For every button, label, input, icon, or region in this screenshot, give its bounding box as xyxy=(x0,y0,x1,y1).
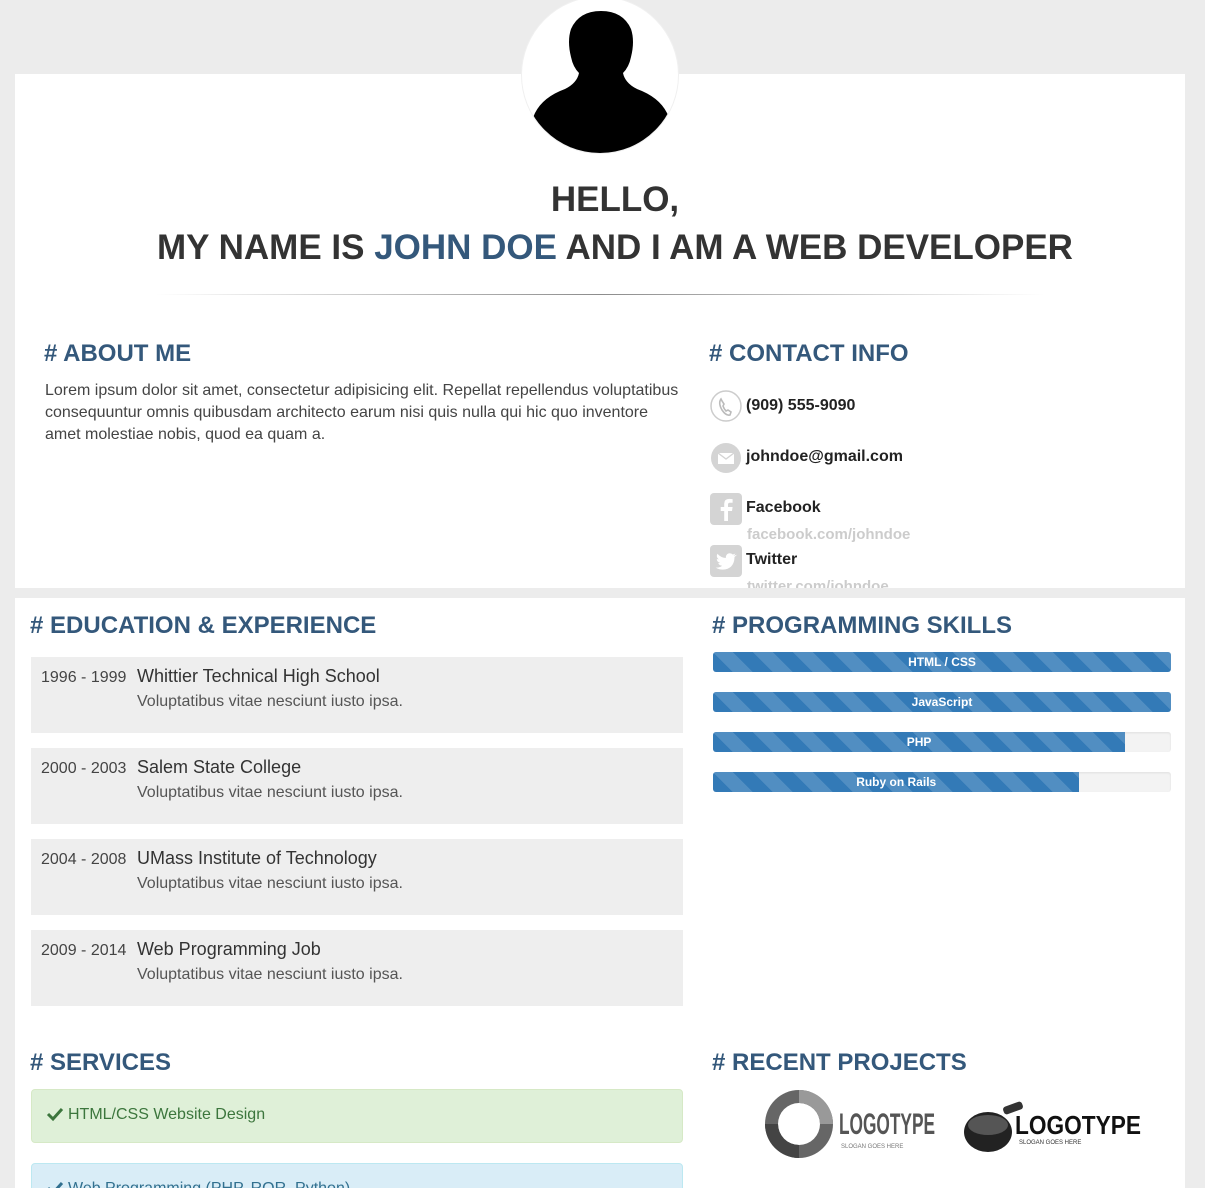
facebook-label: Facebook xyxy=(746,499,821,516)
skill-bar: JavaScript xyxy=(713,692,1171,712)
skills-title: # PROGRAMMING SKILLS xyxy=(712,612,1013,639)
skill-bar: Ruby on Rails xyxy=(713,772,1171,792)
projects-title: # RECENT PROJECTS xyxy=(712,1049,967,1076)
about-text: Lorem ipsum dolor sit amet, consectetur … xyxy=(45,382,679,443)
education-years: 2009 - 2014 xyxy=(41,942,127,959)
twitter-url[interactable]: twitter.com/johndoe xyxy=(747,578,889,588)
education-school: UMass Institute of Technology xyxy=(137,848,377,868)
facebook-url[interactable]: facebook.com/johndoe xyxy=(747,526,910,543)
education-title: # EDUCATION & EXPERIENCE xyxy=(30,612,377,639)
education-years: 2000 - 2003 xyxy=(41,760,127,777)
skill-label: Ruby on Rails xyxy=(856,775,937,789)
service-item: HTML/CSS Website Design xyxy=(31,1089,683,1143)
about-title: # ABOUT ME xyxy=(44,340,192,367)
education-school: Whittier Technical High School xyxy=(137,666,380,686)
education-item: 2004 - 2008 UMass Institute of Technolog… xyxy=(31,839,683,915)
phone-number: (909) 555-9090 xyxy=(746,397,856,414)
education-years: 1996 - 1999 xyxy=(41,669,127,686)
twitter-label: Twitter xyxy=(746,551,798,568)
education-desc: Voluptatibus vitae nesciunt iusto ipsa. xyxy=(137,966,403,983)
service-label: HTML/CSS Website Design xyxy=(68,1106,266,1123)
education-years: 2004 - 2008 xyxy=(41,851,127,868)
logo-pan-icon: LOGOTYPE SLOGAN GOES HERE xyxy=(964,1101,1141,1152)
education-school: Web Programming Job xyxy=(137,939,321,959)
phone-icon xyxy=(710,390,742,422)
page-bottom xyxy=(0,1188,1205,1200)
twitter-icon xyxy=(710,545,742,577)
logo-word: LOGOTYPE xyxy=(1015,1110,1141,1140)
facebook-icon xyxy=(710,493,742,525)
email-address: johndoe@gmail.com xyxy=(746,448,903,465)
services-title: # SERVICES xyxy=(30,1049,171,1076)
skill-bar: HTML / CSS xyxy=(713,652,1171,672)
skill-bar: PHP xyxy=(713,732,1171,752)
skill-label: HTML / CSS xyxy=(908,655,976,669)
project-logo[interactable]: LOGOTYPE SLOGAN GOES HERE xyxy=(963,1098,1143,1158)
details-card: # EDUCATION & EXPERIENCE 1996 - 1999 Whi… xyxy=(15,598,1185,1188)
education-desc: Voluptatibus vitae nesciunt iusto ipsa. xyxy=(137,875,403,892)
education-item: 2009 - 2014 Web Programming Job Voluptat… xyxy=(31,930,683,1006)
project-logo[interactable]: LOGOTYPE SLOGAN GOES HERE xyxy=(763,1088,939,1160)
name-suffix: AND I AM A WEB DEVELOPER xyxy=(565,228,1073,267)
logo-word: LOGOTYPE xyxy=(839,1108,935,1141)
education-item: 2000 - 2003 Salem State College Voluptat… xyxy=(31,748,683,824)
logo-ring-icon: LOGOTYPE SLOGAN GOES HERE xyxy=(765,1090,935,1158)
person-name: JOHN DOE xyxy=(374,228,557,267)
service-label: Web Programming (PHP, ROR, Python) xyxy=(68,1180,350,1188)
avatar xyxy=(521,0,679,154)
education-desc: Voluptatibus vitae nesciunt iusto ipsa. xyxy=(137,693,403,710)
skill-label: PHP xyxy=(906,735,932,749)
name-prefix: MY NAME IS xyxy=(157,228,365,267)
header-divider xyxy=(155,294,1045,295)
checkmark-icon xyxy=(46,1107,64,1122)
mail-icon xyxy=(711,443,741,473)
education-school: Salem State College xyxy=(137,757,302,777)
name-heading: MY NAME IS JOHN DOE AND I AM A WEB DEVEL… xyxy=(15,228,1185,268)
hello-heading: HELLO, xyxy=(550,180,680,219)
person-silhouette-icon xyxy=(529,11,673,153)
skill-label: JavaScript xyxy=(911,695,973,709)
checkmark-icon xyxy=(48,1181,64,1188)
logo-slogan: SLOGAN GOES HERE xyxy=(1019,1140,1081,1146)
service-item: Web Programming (PHP, ROR, Python) xyxy=(31,1163,683,1188)
education-desc: Voluptatibus vitae nesciunt iusto ipsa. xyxy=(137,784,403,801)
logo-slogan: SLOGAN GOES HERE xyxy=(841,1144,903,1150)
education-item: 1996 - 1999 Whittier Technical High Scho… xyxy=(31,657,683,733)
contact-title: # CONTACT INFO xyxy=(709,340,909,367)
